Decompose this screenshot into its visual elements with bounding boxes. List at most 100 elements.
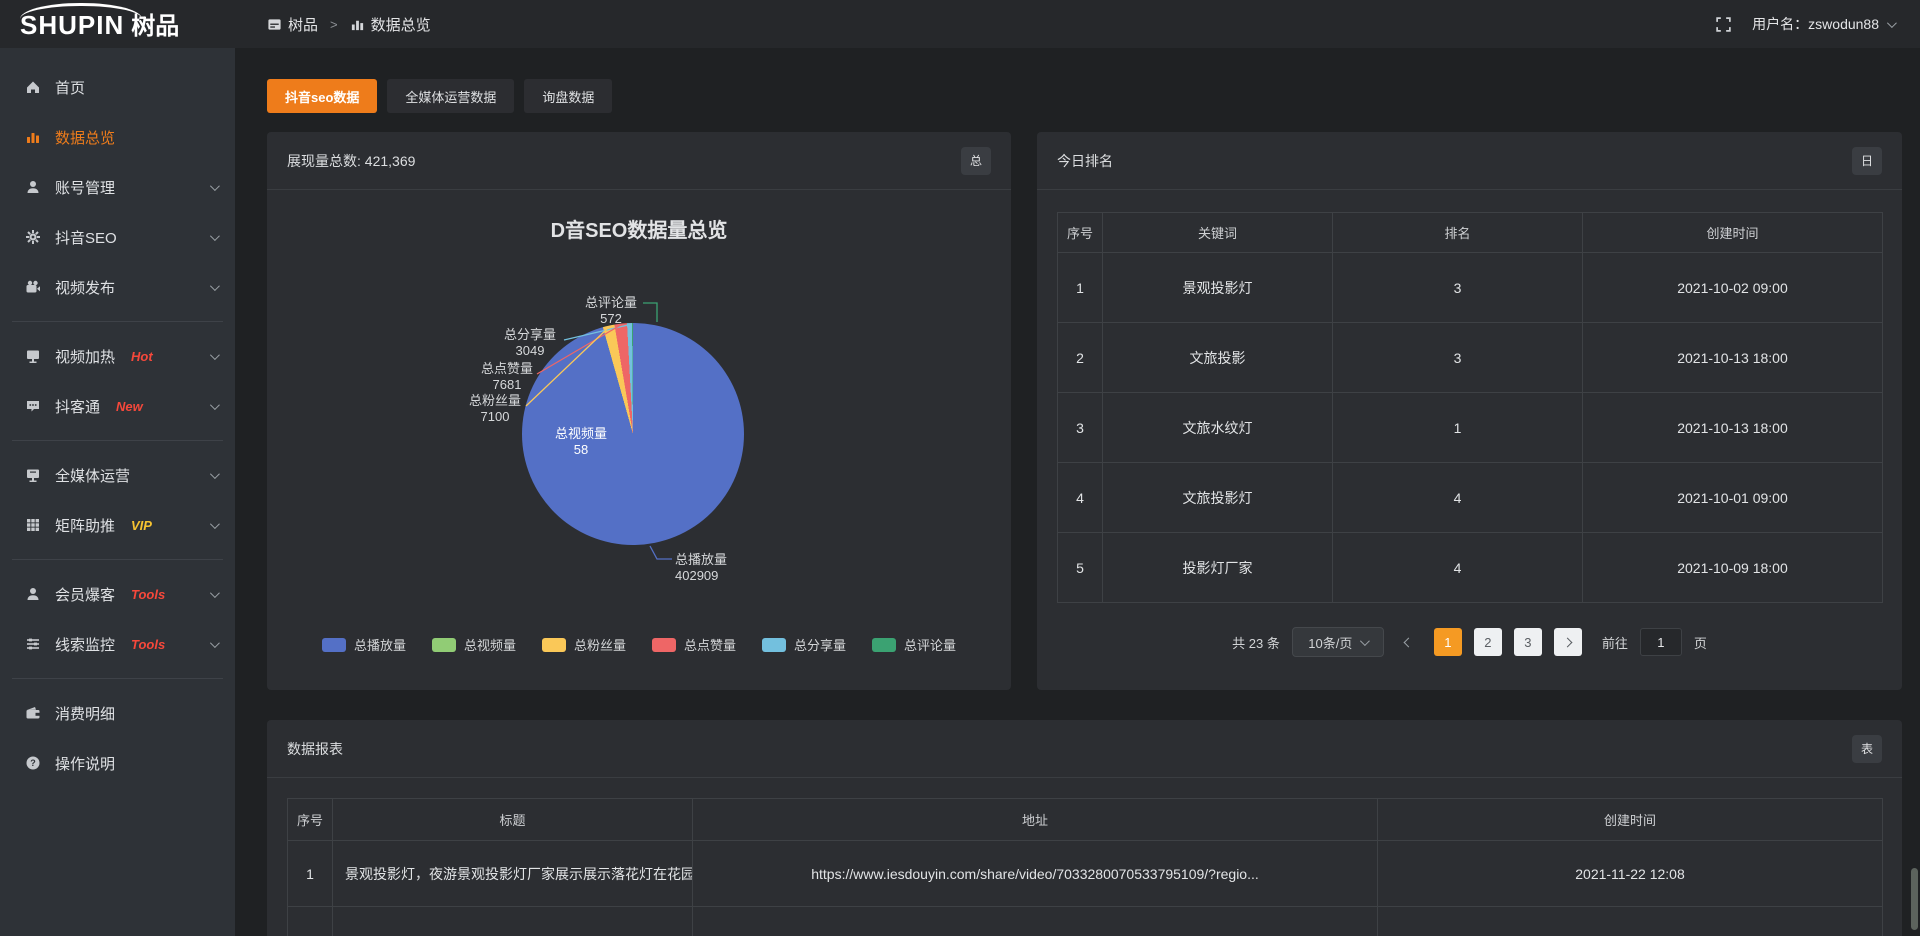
sidebar-item-label: 抖客通 <box>55 396 100 417</box>
legend-swatch <box>762 638 786 652</box>
col-created-time: 创建时间 <box>1583 213 1883 253</box>
chevron-down-icon <box>210 469 220 479</box>
sidebar-item-home[interactable]: 首页 <box>0 62 235 112</box>
table-header-row: 序号 关键词 排名 创建时间 <box>1058 213 1883 253</box>
breadcrumb-root-label: 树品 <box>288 14 318 35</box>
breadcrumb-root[interactable]: 树品 <box>267 14 318 35</box>
sidebar-item-label: 账号管理 <box>55 177 115 198</box>
col-keyword: 关键词 <box>1103 213 1333 253</box>
legend-item-fans[interactable]: 总粉丝量 <box>542 635 626 654</box>
legend-item-shares[interactable]: 总分享量 <box>762 635 846 654</box>
sidebar-item-matrix-boost[interactable]: 矩阵助推 VIP <box>0 500 235 550</box>
chevron-right-icon <box>1563 637 1573 647</box>
user-icon <box>24 179 42 195</box>
scrollbar-thumb[interactable] <box>1911 868 1918 930</box>
sliders-icon <box>24 636 42 652</box>
daily-view-button[interactable]: 日 <box>1852 147 1882 175</box>
video-url-link[interactable]: https://www.iesdouyin.com/share/video/70… <box>693 841 1378 907</box>
next-page-button[interactable] <box>1554 628 1582 656</box>
sidebar-item-label: 会员爆客 <box>55 584 115 605</box>
sidebar-item-consumption[interactable]: 消费明细 <box>0 688 235 738</box>
report-panel: 数据报表 表 序号 标题 地址 创建时间 1 景观投影灯，夜游景观投影灯厂家展示… <box>267 720 1902 936</box>
tools-badge: Tools <box>131 637 165 652</box>
sidebar-item-instructions[interactable]: ? 操作说明 <box>0 738 235 788</box>
home-icon <box>24 79 42 95</box>
sidebar-item-label: 视频发布 <box>55 277 115 298</box>
wallet-icon <box>24 705 42 721</box>
table-row <box>288 907 1883 936</box>
goto-label: 前往 <box>1602 633 1628 652</box>
legend-swatch <box>542 638 566 652</box>
legend-item-comments[interactable]: 总评论量 <box>872 635 956 654</box>
svg-text:?: ? <box>30 758 36 768</box>
chart-title: D音SEO数据量总览 <box>267 214 1011 243</box>
goto-page-input[interactable] <box>1640 628 1682 656</box>
total-view-button[interactable]: 总 <box>961 147 991 175</box>
table-row: 1 景观投影灯，夜游景观投影灯厂家展示展示落花灯在花园里的灯光投影应用效果 # … <box>288 841 1883 907</box>
legend-item-likes[interactable]: 总点赞量 <box>652 635 736 654</box>
legend-swatch <box>872 638 896 652</box>
tab-douyin-seo-data[interactable]: 抖音seo数据 <box>267 79 377 113</box>
table-view-button[interactable]: 表 <box>1852 735 1882 763</box>
chevron-left-icon <box>1404 637 1414 647</box>
ranking-panel-header: 今日排名 日 <box>1037 132 1902 190</box>
bar-chart-icon <box>350 17 365 32</box>
tools-badge: Tools <box>131 587 165 602</box>
sidebar-item-douketong[interactable]: 抖客通 New <box>0 381 235 431</box>
sidebar-item-video-heat[interactable]: 视频加热 Hot <box>0 331 235 381</box>
report-table: 序号 标题 地址 创建时间 1 景观投影灯，夜游景观投影灯厂家展示展示落花灯在花… <box>287 798 1883 936</box>
sidebar-item-douyin-seo[interactable]: 抖音SEO <box>0 212 235 262</box>
col-index: 序号 <box>288 799 333 841</box>
pie-label-comments: 总评论量572 <box>583 295 639 327</box>
legend-swatch <box>322 638 346 652</box>
chevron-down-icon <box>210 281 220 291</box>
username-label: 用户名：zswodun88 <box>1752 14 1879 34</box>
tab-inquiry-data[interactable]: 询盘数据 <box>524 79 612 113</box>
tab-media-operation-data[interactable]: 全媒体运营数据 <box>387 79 514 113</box>
col-title: 标题 <box>333 799 693 841</box>
chevron-down-icon <box>210 638 220 648</box>
user-menu[interactable]: 用户名：zswodun88 <box>1752 14 1894 34</box>
legend-swatch <box>652 638 676 652</box>
pagination: 共 23 条 10条/页 1 2 3 前往 页 <box>1037 627 1902 657</box>
sidebar-item-label: 数据总览 <box>55 127 115 148</box>
pie-label-fans: 总粉丝量7100 <box>467 393 523 425</box>
page-size-select[interactable]: 10条/页 <box>1292 627 1384 657</box>
pie-label-likes: 总点赞量7681 <box>478 361 536 393</box>
report-panel-title: 数据报表 <box>287 739 343 759</box>
goto-suffix: 页 <box>1694 633 1707 652</box>
top-header: SHUPIN 树品 树品 > 数据总览 用户名：zswodun88 <box>0 0 1920 48</box>
sidebar-item-data-overview[interactable]: 数据总览 <box>0 112 235 162</box>
table-row: 4文旅投影灯42021-10-01 09:00 <box>1058 463 1883 533</box>
sidebar-item-label: 矩阵助推 <box>55 515 115 536</box>
hot-badge: Hot <box>131 349 153 364</box>
grid-icon <box>24 517 42 533</box>
window-icon <box>267 17 282 32</box>
legend-item-videos[interactable]: 总视频量 <box>432 635 516 654</box>
page-button-2[interactable]: 2 <box>1474 628 1502 656</box>
sidebar-item-clue-monitor[interactable]: 线索监控 Tools <box>0 619 235 669</box>
page-button-1[interactable]: 1 <box>1434 628 1462 656</box>
prev-page-button[interactable] <box>1396 628 1422 656</box>
breadcrumb: 树品 > 数据总览 <box>267 14 431 35</box>
legend-item-plays[interactable]: 总播放量 <box>322 635 406 654</box>
page-button-3[interactable]: 3 <box>1514 628 1542 656</box>
breadcrumb-current[interactable]: 数据总览 <box>350 14 431 35</box>
question-icon: ? <box>24 755 42 771</box>
sidebar-item-media-operation[interactable]: 全媒体运营 <box>0 450 235 500</box>
breadcrumb-current-label: 数据总览 <box>371 14 431 35</box>
ranking-panel: 今日排名 日 序号 关键词 排名 创建时间 1景观投影灯32021-10-02 … <box>1037 132 1902 690</box>
ranking-panel-title: 今日排名 <box>1057 151 1113 171</box>
table-row: 3文旅水纹灯12021-10-13 18:00 <box>1058 393 1883 463</box>
sidebar-item-video-publish[interactable]: 视频发布 <box>0 262 235 312</box>
member-icon <box>24 586 42 602</box>
col-rank: 排名 <box>1333 213 1583 253</box>
sidebar-item-member-burst[interactable]: 会员爆客 Tools <box>0 569 235 619</box>
chevron-down-icon <box>1360 636 1370 646</box>
chevron-down-icon <box>210 181 220 191</box>
sidebar-item-account[interactable]: 账号管理 <box>0 162 235 212</box>
pie-chart-area: D音SEO数据量总览 总评论量572 总分享量3049 总点赞量7681 <box>267 190 1011 689</box>
legend-swatch <box>432 638 456 652</box>
report-panel-header: 数据报表 表 <box>267 720 1902 778</box>
fullscreen-icon[interactable] <box>1715 16 1732 33</box>
